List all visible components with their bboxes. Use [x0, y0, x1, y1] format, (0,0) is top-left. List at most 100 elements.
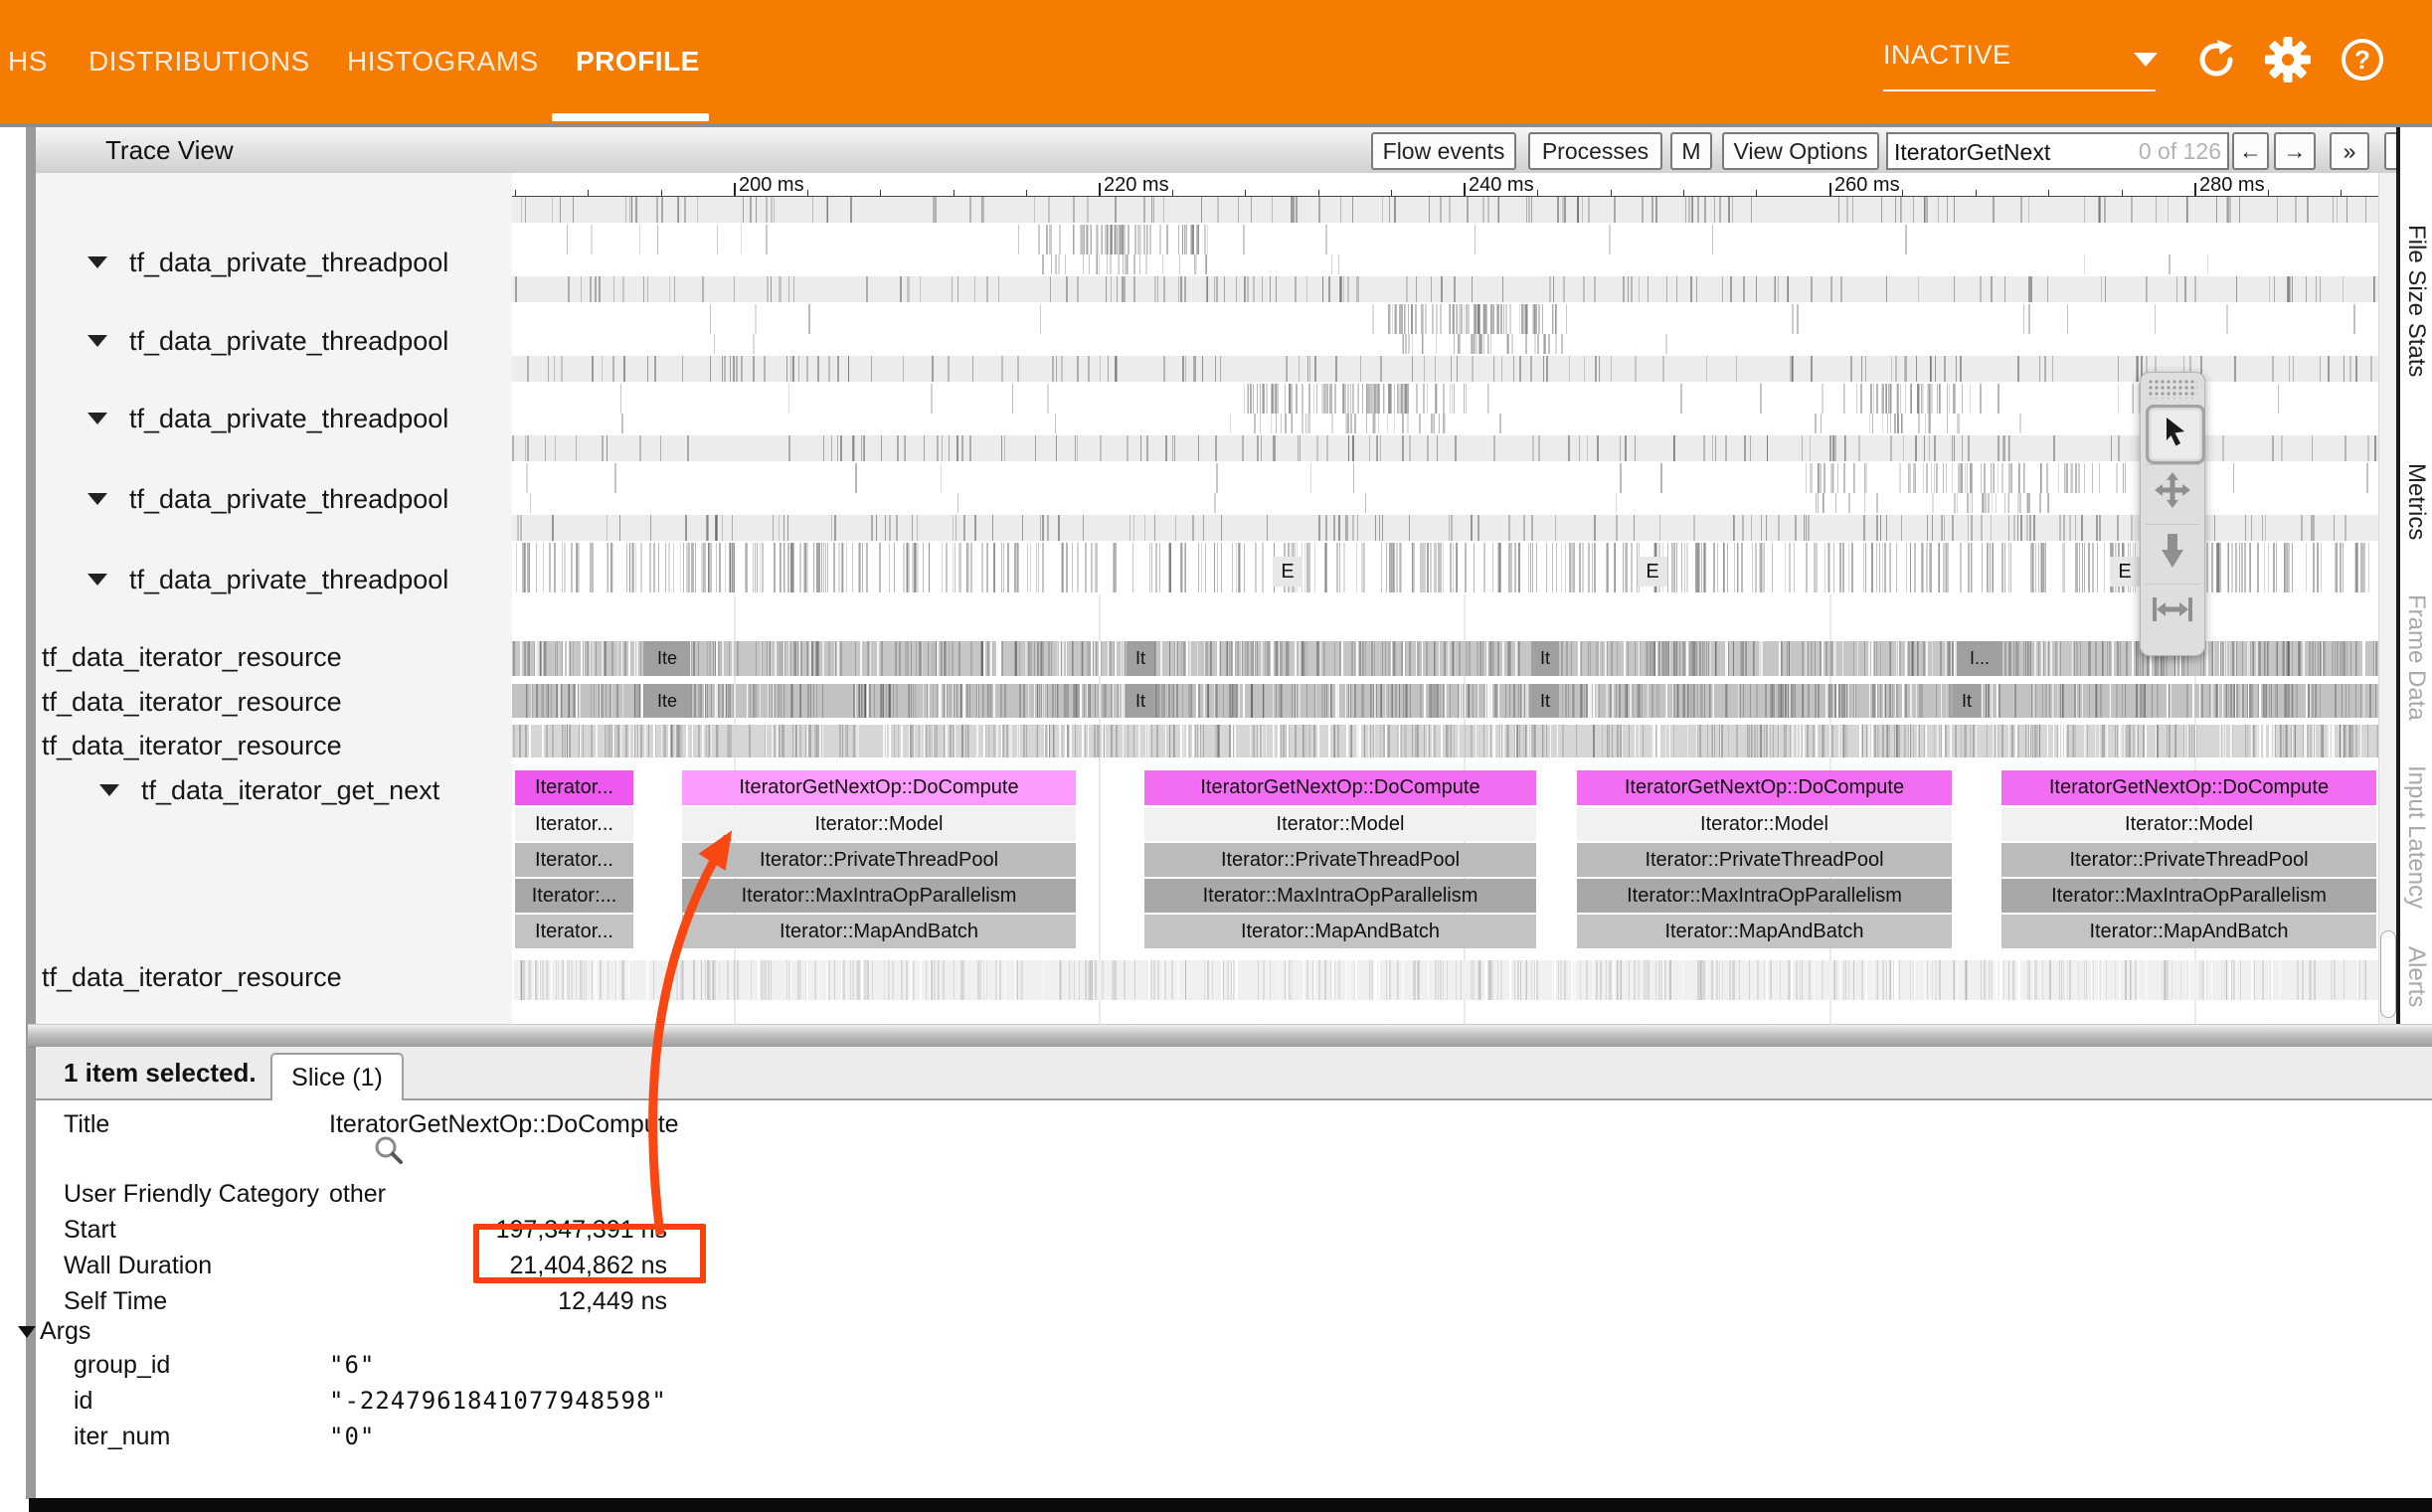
- panel-splitter[interactable]: [28, 1024, 2432, 1048]
- expand-triangle-icon[interactable]: [87, 413, 107, 424]
- more-tools-button[interactable]: »: [2330, 132, 2369, 170]
- side-tab-metrics[interactable]: Metrics: [2402, 463, 2430, 540]
- iterator-sub-slice[interactable]: Iterator::MaxIntraOpParallelism: [682, 879, 1076, 913]
- iterator-getnext-slice[interactable]: IteratorGetNextOp::DoCompute: [682, 770, 1076, 805]
- slice-tab[interactable]: Slice (1): [270, 1053, 404, 1100]
- track-label[interactable]: tf_data_iterator_resource: [42, 957, 342, 997]
- iterator-sub-slice[interactable]: Iterator:...: [515, 879, 633, 913]
- search-input[interactable]: [1892, 134, 2135, 170]
- side-tab-frame-data[interactable]: Frame Data: [2402, 594, 2430, 721]
- thread-track-row[interactable]: [512, 382, 2378, 435]
- search-prev-button[interactable]: ←: [2232, 132, 2269, 170]
- iterator-sub-slice[interactable]: Iterator::Model: [2001, 807, 2376, 841]
- trace-tool-palette[interactable]: [2140, 372, 2205, 656]
- tab-histograms[interactable]: HISTOGRAMS: [347, 0, 539, 123]
- expand-triangle-icon[interactable]: [87, 256, 107, 268]
- chevron-down-icon[interactable]: [2134, 53, 2158, 67]
- side-tab-input-latency[interactable]: Input Latency: [2402, 765, 2430, 909]
- iterator-sub-slice[interactable]: Iterator::PrivateThreadPool: [2001, 843, 2376, 877]
- thread-track-row[interactable]: [512, 223, 2378, 276]
- iterator-sub-slice[interactable]: Iterator...: [515, 807, 633, 841]
- iterator-sub-slice[interactable]: Iterator::PrivateThreadPool: [1577, 843, 1952, 877]
- resource-slice-label[interactable]: It: [1127, 684, 1154, 718]
- gear-icon[interactable]: [2264, 36, 2312, 84]
- collapsed-track-band[interactable]: [512, 197, 2378, 223]
- trace-timeline[interactable]: 200 ms220 ms240 ms260 ms280 msEEEIteItIt…: [512, 173, 2378, 1024]
- iterator-getnext-slice[interactable]: IteratorGetNextOp::DoCompute: [2001, 770, 2376, 805]
- tab-distributions[interactable]: DISTRIBUTIONS: [88, 0, 310, 123]
- resource-slice-label[interactable]: It: [1531, 641, 1559, 676]
- expand-triangle-icon[interactable]: [87, 335, 107, 347]
- resource-slice-label[interactable]: It: [1127, 641, 1154, 676]
- collapsed-track-band[interactable]: [512, 356, 2378, 382]
- args-section-header[interactable]: Args: [18, 1317, 90, 1346]
- collapsed-track-band[interactable]: [512, 276, 2378, 302]
- timeline-vertical-scrollbar[interactable]: [2378, 173, 2397, 1024]
- search-next-button[interactable]: →: [2274, 132, 2316, 170]
- m-button[interactable]: M: [1670, 132, 1712, 170]
- thread-track-row[interactable]: EEE: [512, 541, 2378, 594]
- track-label[interactable]: tf_data_iterator_get_next: [99, 770, 439, 810]
- timing-span-tool-button[interactable]: [2146, 584, 2199, 638]
- scrollbar-thumb[interactable]: [2380, 930, 2396, 1018]
- iterator-sub-slice[interactable]: Iterator::MapAndBatch: [1144, 915, 1536, 948]
- iterator-sub-slice[interactable]: Iterator::PrivateThreadPool: [1144, 843, 1536, 877]
- collapse-triangle-icon[interactable]: [18, 1326, 36, 1338]
- track-label[interactable]: tf_data_iterator_resource: [42, 726, 342, 765]
- iterator-sub-slice[interactable]: Iterator::MaxIntraOpParallelism: [2001, 879, 2376, 913]
- thread-track-row[interactable]: [512, 302, 2378, 356]
- side-tab-alerts[interactable]: Alerts: [2402, 946, 2430, 1007]
- resource-track-row[interactable]: Ite It It I...: [512, 641, 2378, 676]
- palette-drag-handle[interactable]: [2148, 379, 2197, 399]
- expand-triangle-icon[interactable]: [87, 493, 107, 505]
- expand-triangle-icon[interactable]: [87, 574, 107, 586]
- resource-slice-label[interactable]: I...: [1957, 641, 2002, 676]
- flow-event-badge[interactable]: E: [1638, 557, 1667, 587]
- flow-event-badge[interactable]: E: [2110, 557, 2140, 587]
- run-selector[interactable]: INACTIVE: [1883, 0, 2158, 123]
- resource-track-row[interactable]: [512, 725, 2378, 757]
- resource-slice-label[interactable]: It: [1953, 684, 1981, 718]
- expand-triangle-icon[interactable]: [99, 784, 119, 796]
- collapsed-track-band[interactable]: [512, 435, 2378, 461]
- iterator-sub-slice[interactable]: Iterator::Model: [1577, 807, 1952, 841]
- track-label[interactable]: tf_data_iterator_resource: [42, 637, 342, 677]
- track-label[interactable]: tf_data_private_threadpool: [87, 321, 448, 361]
- iterator-getnext-slice[interactable]: IteratorGetNextOp::DoCompute: [1577, 770, 1952, 805]
- iterator-sub-slice[interactable]: Iterator...: [515, 915, 633, 948]
- iterator-getnext-slice[interactable]: IteratorGetNextOp::DoCompute: [1144, 770, 1536, 805]
- track-label[interactable]: tf_data_iterator_resource: [42, 682, 342, 722]
- flow-events-button[interactable]: Flow events: [1371, 132, 1516, 170]
- resource-track-row[interactable]: [512, 960, 2378, 1000]
- flow-event-badge[interactable]: E: [1273, 557, 1303, 587]
- processes-button[interactable]: Processes: [1528, 132, 1662, 170]
- tab-profile[interactable]: PROFILE: [576, 0, 700, 123]
- reload-icon[interactable]: [2192, 36, 2240, 84]
- resource-slice-label[interactable]: It: [1531, 684, 1559, 718]
- iterator-sub-slice[interactable]: Iterator::MapAndBatch: [2001, 915, 2376, 948]
- iterator-sub-slice[interactable]: Iterator...: [515, 843, 633, 877]
- track-label[interactable]: tf_data_private_threadpool: [87, 479, 448, 519]
- iterator-sub-slice[interactable]: Iterator::MaxIntraOpParallelism: [1144, 879, 1536, 913]
- resource-slice-label[interactable]: Ite: [644, 684, 690, 718]
- magnifier-icon[interactable]: [372, 1134, 406, 1173]
- side-tab-file-size-stats[interactable]: File Size Stats: [2402, 225, 2430, 377]
- track-label[interactable]: tf_data_private_threadpool: [87, 560, 448, 599]
- iterator-sub-slice[interactable]: Iterator::Model: [1144, 807, 1536, 841]
- thread-track-row[interactable]: [512, 461, 2378, 515]
- select-tool-button[interactable]: [2146, 405, 2205, 464]
- pan-tool-button[interactable]: [2146, 464, 2199, 519]
- iterator-sub-slice[interactable]: Iterator::MapAndBatch: [1577, 915, 1952, 948]
- view-options-button[interactable]: View Options: [1722, 132, 1879, 170]
- iterator-sub-slice[interactable]: Iterator::MaxIntraOpParallelism: [1577, 879, 1952, 913]
- collapsed-track-band[interactable]: [512, 515, 2378, 541]
- help-icon[interactable]: ?: [2339, 36, 2386, 84]
- iterator-sub-slice[interactable]: Iterator::MapAndBatch: [682, 915, 1076, 948]
- iterator-getnext-slice[interactable]: Iterator...: [515, 770, 633, 805]
- resource-slice-label[interactable]: Ite: [644, 641, 690, 676]
- zoom-vertical-tool-button[interactable]: [2146, 524, 2199, 579]
- track-label[interactable]: tf_data_private_threadpool: [87, 243, 448, 282]
- iterator-sub-slice[interactable]: Iterator::PrivateThreadPool: [682, 843, 1076, 877]
- tab-graphs-partial[interactable]: HS: [8, 0, 48, 123]
- track-label[interactable]: tf_data_private_threadpool: [87, 399, 448, 438]
